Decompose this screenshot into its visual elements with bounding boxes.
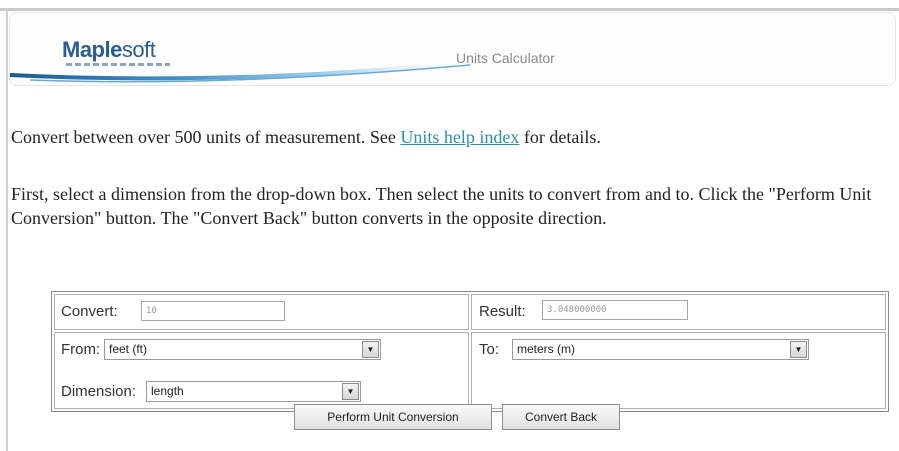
convert-input[interactable]: [141, 301, 285, 321]
units-help-index-link[interactable]: Units help index: [400, 127, 519, 147]
page-title: Units Calculator: [456, 50, 555, 66]
chevron-down-icon[interactable]: ▼: [790, 341, 807, 358]
convert-back-button[interactable]: Convert Back: [502, 404, 620, 430]
header-banner: Maplesoft Units Calculator: [9, 12, 896, 86]
convert-label: Convert:: [61, 303, 118, 320]
from-unit-value: feet (ft): [109, 342, 148, 356]
from-label: From:: [61, 341, 101, 358]
intro-paragraph: Convert between over 500 units of measur…: [11, 127, 601, 148]
to-cell: To: meters (m) ▼: [471, 332, 886, 409]
from-cell: From: feet (ft) ▼ Dimension: length ▼: [54, 332, 469, 409]
result-field[interactable]: [542, 300, 688, 320]
dimension-select[interactable]: length ▼: [146, 381, 361, 402]
intro-text-before: Convert between over 500 units of measur…: [11, 127, 401, 147]
converter-table: Convert: Result: From: feet (ft) ▼ Dimen…: [51, 291, 889, 412]
left-border: [6, 8, 8, 451]
from-unit-select[interactable]: feet (ft) ▼: [104, 339, 381, 360]
instructions-paragraph: First, select a dimension from the drop-…: [11, 184, 872, 228]
perform-unit-conversion-button[interactable]: Perform Unit Conversion: [294, 404, 492, 430]
to-unit-value: meters (m): [517, 342, 575, 356]
top-border: [0, 8, 899, 11]
logo-bold-text: Maple: [62, 37, 122, 62]
result-cell: Result:: [471, 294, 886, 330]
logo-tagline: [66, 63, 170, 66]
chevron-down-icon[interactable]: ▼: [362, 341, 379, 358]
dimension-value: length: [151, 384, 184, 398]
to-label: To:: [479, 341, 500, 358]
convert-cell: Convert:: [54, 294, 469, 330]
intro-text-after: for details.: [519, 127, 601, 147]
logo-regular-text: soft: [121, 37, 156, 62]
result-label: Result:: [479, 303, 526, 320]
to-unit-select[interactable]: meters (m) ▼: [512, 339, 809, 360]
maplesoft-logo: Maplesoft: [62, 37, 156, 63]
dimension-label: Dimension:: [61, 383, 137, 400]
chevron-down-icon[interactable]: ▼: [342, 383, 359, 400]
